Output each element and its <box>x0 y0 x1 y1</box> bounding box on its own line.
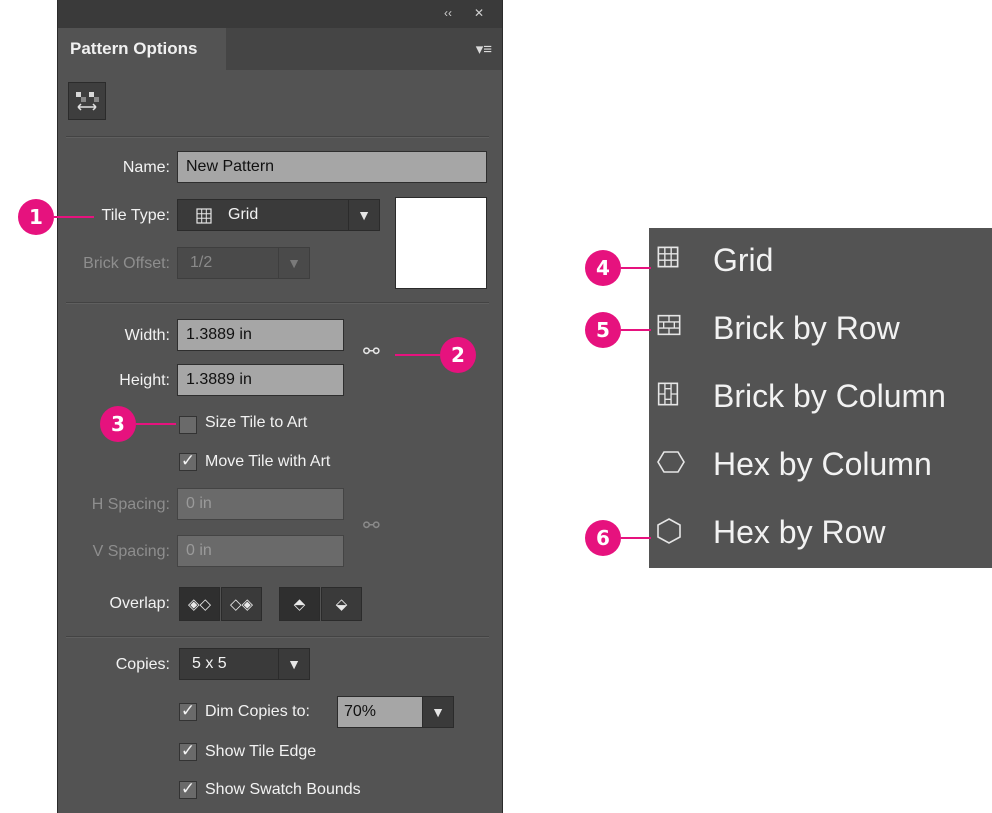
divider <box>66 136 489 138</box>
move-tile-with-art-checkbox[interactable]: ✓ <box>179 452 197 471</box>
copies-value: 5 x 5 <box>192 655 227 672</box>
brick-offset-dropdown[interactable]: 1/2 ▼ <box>177 247 310 279</box>
menu-item-brick-by-column[interactable]: Brick by Column <box>649 364 992 432</box>
chevron-down-icon: ▼ <box>348 200 379 230</box>
callout-6: 6 <box>585 520 621 556</box>
dim-copies-value: 70% <box>344 703 377 720</box>
height-label: Height: <box>119 372 170 389</box>
v-spacing-label: V Spacing: <box>92 543 170 560</box>
brick-offset-label: Brick Offset: <box>83 255 170 272</box>
menu-item-label: Hex by Row <box>713 514 886 550</box>
collapse-icon[interactable]: ‹‹ <box>444 6 452 20</box>
menu-item-brick-by-row[interactable]: Brick by Row <box>649 296 992 364</box>
brick-by-row-icon <box>657 314 681 336</box>
v-spacing-field[interactable]: 0 in <box>177 535 344 567</box>
callout-1: 1 <box>18 199 54 235</box>
brick-by-column-icon <box>657 382 679 406</box>
callout-line <box>621 537 651 539</box>
dim-copies-dropdown[interactable]: 70% ▼ <box>337 696 454 728</box>
tile-preview <box>395 197 487 289</box>
hex-by-row-icon <box>657 518 681 544</box>
pattern-tile-tool-button[interactable] <box>68 82 106 120</box>
grid-icon <box>657 246 679 268</box>
hex-by-column-icon <box>657 451 685 473</box>
menu-item-label: Grid <box>713 242 774 278</box>
size-tile-to-art-checkbox[interactable] <box>179 416 197 434</box>
callout-5: 5 <box>585 312 621 348</box>
overlap-label: Overlap: <box>109 595 170 612</box>
move-tile-with-art-label: Move Tile with Art <box>205 453 331 470</box>
show-tile-edge-checkbox[interactable]: ✓ <box>179 742 197 761</box>
overlap-bottom-in-front-button[interactable]: ⬙ <box>321 587 362 621</box>
show-swatch-bounds-checkbox[interactable]: ✓ <box>179 780 197 799</box>
callout-line <box>621 267 651 269</box>
callout-line <box>621 329 651 331</box>
brick-offset-value: 1/2 <box>190 254 213 271</box>
h-spacing-label: H Spacing: <box>91 496 170 513</box>
menu-item-label: Hex by Column <box>713 446 932 482</box>
menu-item-hex-by-row[interactable]: Hex by Row <box>649 500 992 568</box>
callout-2: 2 <box>440 337 476 373</box>
width-label: Width: <box>124 327 170 344</box>
menu-item-label: Brick by Column <box>713 378 946 414</box>
name-label: Name: <box>122 159 170 176</box>
dim-copies-checkbox[interactable]: ✓ <box>179 702 197 721</box>
width-field[interactable]: 1.3889 in <box>177 319 344 351</box>
size-tile-to-art-label: Size Tile to Art <box>205 414 308 431</box>
tile-type-menu: Grid Brick by Row Brick by Column Hex by… <box>649 228 992 568</box>
tile-type-dropdown[interactable]: Grid ▼ <box>177 199 380 231</box>
overlap-top-in-front-button[interactable]: ⬘ <box>279 587 320 621</box>
link-spacing-icon[interactable]: ⚯ <box>363 513 380 537</box>
menu-item-hex-by-column[interactable]: Hex by Column <box>649 432 992 500</box>
copies-dropdown[interactable]: 5 x 5 ▼ <box>179 648 310 680</box>
callout-line <box>136 423 176 425</box>
show-swatch-bounds-label: Show Swatch Bounds <box>205 781 361 798</box>
h-spacing-field[interactable]: 0 in <box>177 488 344 520</box>
name-field[interactable]: New Pattern <box>177 151 487 183</box>
height-field[interactable]: 1.3889 in <box>177 364 344 396</box>
callout-4: 4 <box>585 250 621 286</box>
close-icon[interactable]: ✕ <box>474 6 484 20</box>
menu-item-label: Brick by Row <box>713 310 900 346</box>
menu-item-grid[interactable]: Grid <box>649 228 992 296</box>
pattern-tile-tool-icon <box>76 92 99 111</box>
callout-line <box>395 354 440 356</box>
divider <box>66 636 489 638</box>
panel-tab-row: Pattern Options ▾≡ <box>58 28 502 70</box>
panel-menu-icon[interactable]: ▾≡ <box>476 40 492 58</box>
grid-icon <box>196 208 212 224</box>
chevron-down-icon: ▼ <box>422 697 453 727</box>
divider <box>66 302 489 304</box>
tile-type-value: Grid <box>228 206 259 223</box>
chevron-down-icon: ▼ <box>278 248 309 278</box>
show-tile-edge-label: Show Tile Edge <box>205 743 317 760</box>
callout-3: 3 <box>100 406 136 442</box>
chevron-down-icon: ▼ <box>278 649 309 679</box>
panel-topbar: ‹‹ ✕ <box>58 0 502 29</box>
dim-copies-label: Dim Copies to: <box>205 703 310 720</box>
overlap-right-in-front-button[interactable]: ◇◈ <box>221 587 262 621</box>
link-proportions-icon[interactable]: ⚯ <box>363 339 380 363</box>
overlap-left-in-front-button[interactable]: ◈◇ <box>179 587 220 621</box>
copies-label: Copies: <box>115 656 170 673</box>
callout-line <box>54 216 94 218</box>
tab-pattern-options[interactable]: Pattern Options <box>58 28 226 70</box>
